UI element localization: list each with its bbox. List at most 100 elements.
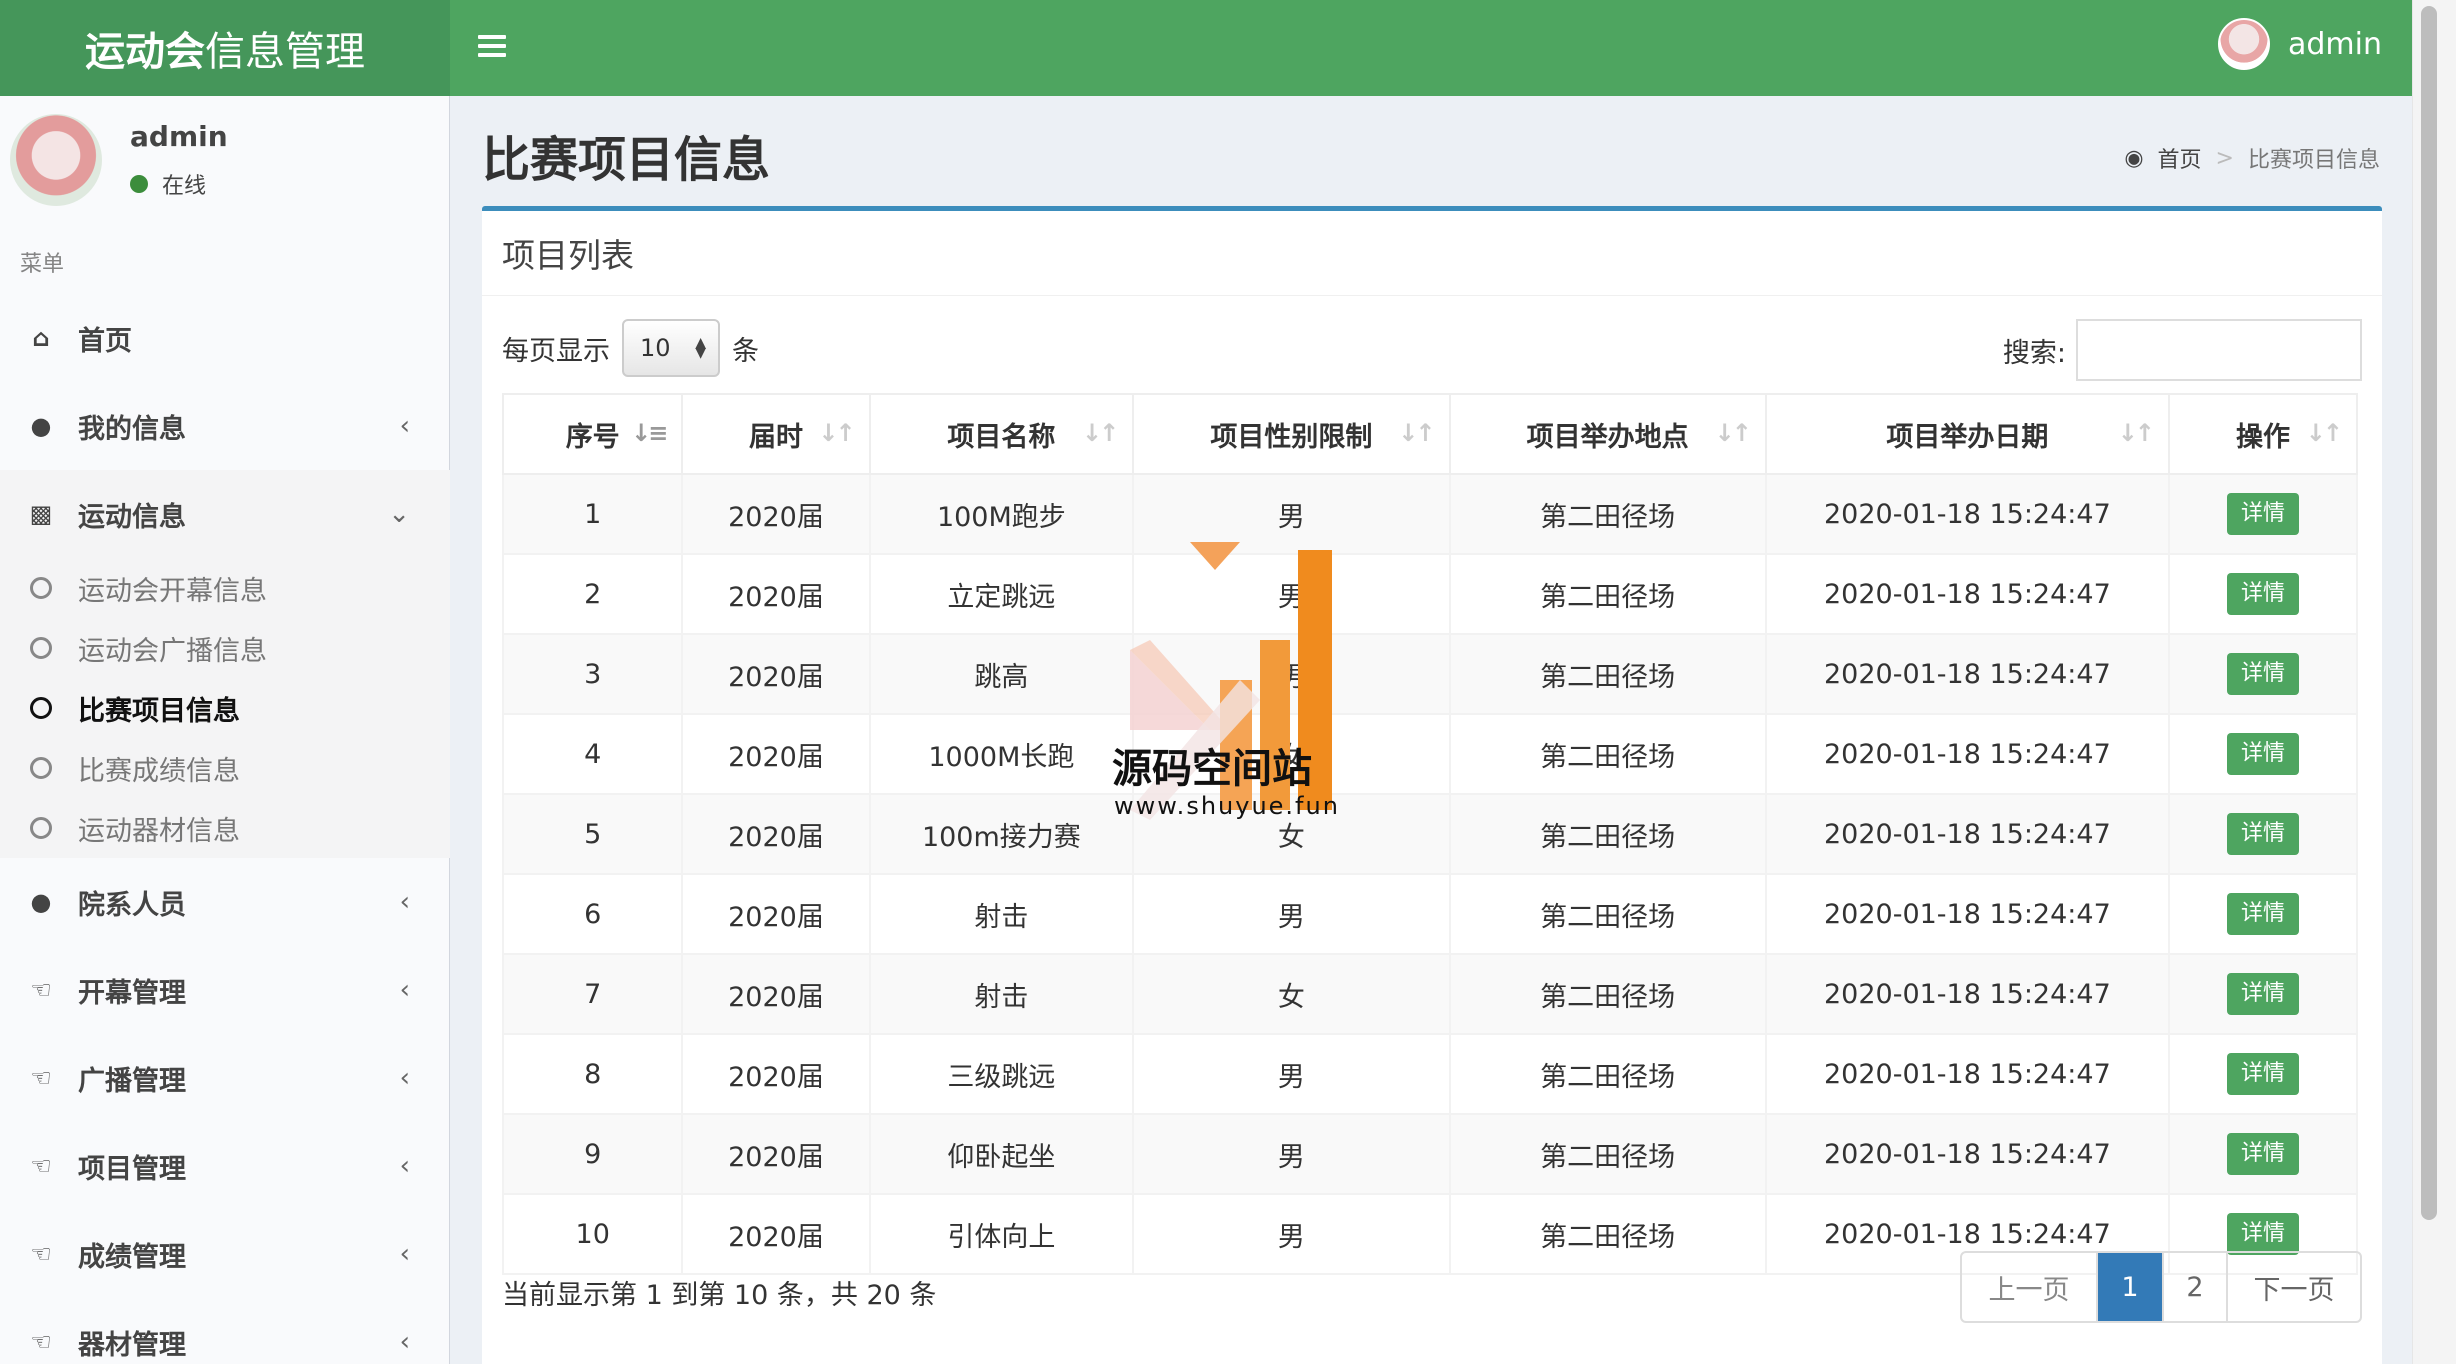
- circle-icon: [30, 577, 52, 599]
- users-icon: ●: [30, 888, 52, 916]
- sidebar-menu: ⌂ 首页 ● 我的信息 ‹ ▩ 运动信息 ⌄ 运动会开幕信息 运动会广播信息 比…: [0, 294, 450, 1364]
- table-cell: 第二田径场: [1448, 713, 1767, 795]
- table-cell: 射击: [868, 873, 1135, 955]
- table-cell: 2020-01-18 15:24:47: [1764, 1033, 2170, 1115]
- table-cell: 第二田径场: [1448, 553, 1767, 635]
- page-length-value: 10: [640, 334, 671, 362]
- table-cell: 详情: [2167, 953, 2359, 1035]
- column-header[interactable]: 项目举办地点 ↓↑: [1448, 393, 1767, 475]
- page-2-button[interactable]: 2: [2162, 1253, 2226, 1321]
- sidebar-item-my-info[interactable]: ● 我的信息 ‹: [0, 382, 450, 470]
- avatar: [10, 114, 102, 206]
- prev-page-button[interactable]: 上一页: [1962, 1253, 2096, 1321]
- detail-button[interactable]: 详情: [2226, 733, 2299, 775]
- sort-icon: ↓↑: [1081, 419, 1119, 447]
- table-row: 8 2020届 三级跳远男第二田径场 2020-01-18 15:24:47 详情: [501, 1033, 2359, 1115]
- submenu-item-broadcast[interactable]: 运动会广播信息: [0, 618, 450, 678]
- table-row: 4 2020届 1000M长跑女第二田径场 2020-01-18 15:24:47 详情: [501, 713, 2359, 795]
- table-cell: 2020届: [681, 633, 871, 715]
- chevron-left-icon: ‹: [399, 411, 410, 441]
- top-header: 运动会 信息管理 admin: [0, 0, 2412, 96]
- submenu-item-results[interactable]: 比赛成绩信息: [0, 738, 450, 798]
- submenu-item-equipment[interactable]: 运动器材信息: [0, 798, 450, 858]
- sidebar-item-label: 首页: [78, 325, 132, 357]
- events-table: 序号 ↓≡ 届时 ↓↑ 项目名称 ↓↑ 项目性别限制 ↓↑ 项目举办地点 ↓↑ 项目举办日…: [501, 393, 2359, 1275]
- user-menu[interactable]: admin: [2218, 18, 2382, 70]
- sidebar-item-label: 我的信息: [78, 413, 186, 445]
- table-cell: 2020-01-18 15:24:47: [1764, 873, 2170, 955]
- search-input[interactable]: [2076, 319, 2362, 381]
- sort-icon: ↓↑: [1714, 419, 1752, 447]
- sidebar-item-staff[interactable]: ● 院系人员 ‹: [0, 858, 450, 946]
- sidebar-item-result-mgmt[interactable]: ☜ 成绩管理 ‹: [0, 1210, 450, 1298]
- detail-button[interactable]: 详情: [2226, 813, 2299, 855]
- column-header[interactable]: 项目举办日期 ↓↑: [1764, 393, 2170, 475]
- detail-button[interactable]: 详情: [2226, 573, 2299, 615]
- submenu-label: 运动器材信息: [78, 815, 240, 847]
- column-header[interactable]: 操作 ↓↑: [2167, 393, 2359, 475]
- table-row: 3 2020届 跳高男第二田径场 2020-01-18 15:24:47 详情: [501, 633, 2359, 715]
- submenu-item-opening[interactable]: 运动会开幕信息: [0, 558, 450, 618]
- pagination: 上一页 1 2 下一页: [1960, 1251, 2362, 1323]
- table-row: 2 2020届 立定跳远男第二田径场 2020-01-18 15:24:47 详情: [501, 553, 2359, 635]
- table-cell: 7: [501, 953, 684, 1035]
- sort-icon: ↓↑: [818, 419, 855, 447]
- sidebar-item-broadcast-mgmt[interactable]: ☜ 广播管理 ‹: [0, 1034, 450, 1122]
- table-cell: 2020届: [681, 1033, 871, 1115]
- page-1-button[interactable]: 1: [2096, 1253, 2162, 1321]
- detail-button[interactable]: 详情: [2226, 1213, 2299, 1255]
- table-row: 5 2020届 100m接力赛女第二田径场 2020-01-18 15:24:47 详情: [501, 793, 2359, 875]
- table-row: 1 2020届 100M跑步男第二田径场 2020-01-18 15:24:47 详情: [501, 473, 2359, 555]
- table-cell: 2020届: [681, 473, 871, 555]
- detail-button[interactable]: 详情: [2226, 973, 2299, 1015]
- sidebar-item-opening-mgmt[interactable]: ☜ 开幕管理 ‹: [0, 946, 450, 1034]
- page-length-select[interactable]: 10 ▲ ▼: [622, 319, 720, 377]
- detail-button[interactable]: 详情: [2226, 1133, 2299, 1175]
- sidebar-item-equipment-mgmt[interactable]: ☜ 器材管理 ‹: [0, 1298, 450, 1364]
- column-header[interactable]: 项目名称 ↓↑: [868, 393, 1135, 475]
- table-row: 6 2020届 射击男第二田径场 2020-01-18 15:24:47 详情: [501, 873, 2359, 955]
- search-control: 搜索:: [2003, 319, 2362, 381]
- status-dot-icon: [130, 175, 148, 193]
- sidebar-item-home[interactable]: ⌂ 首页: [0, 294, 450, 382]
- sort-asc-icon: ↓≡: [631, 419, 668, 447]
- detail-button[interactable]: 详情: [2226, 653, 2299, 695]
- column-header[interactable]: 序号 ↓≡: [501, 393, 684, 475]
- box-title: 项目列表: [502, 236, 634, 275]
- table-cell: 2020届: [681, 953, 871, 1035]
- column-header[interactable]: 项目性别限制 ↓↑: [1132, 393, 1451, 475]
- sidebar-toggle-button[interactable]: [478, 30, 506, 66]
- app-logo[interactable]: 运动会 信息管理: [0, 0, 450, 96]
- circle-icon: [30, 757, 52, 779]
- table-cell: 2020-01-18 15:24:47: [1764, 553, 2170, 635]
- next-page-button[interactable]: 下一页: [2226, 1253, 2360, 1321]
- table-cell: 2020-01-18 15:24:47: [1764, 793, 2170, 875]
- table-cell: 1000M长跑: [868, 713, 1135, 795]
- table-cell: 2020-01-18 15:24:47: [1764, 953, 2170, 1035]
- detail-button[interactable]: 详情: [2226, 893, 2299, 935]
- sidebar-item-event-mgmt[interactable]: ☜ 项目管理 ‹: [0, 1122, 450, 1210]
- search-label: 搜索:: [2002, 337, 2066, 369]
- home-icon: ⌂: [32, 324, 50, 352]
- scrollbar-thumb[interactable]: [2421, 6, 2437, 1220]
- user-icon: ●: [30, 412, 52, 440]
- detail-button[interactable]: 详情: [2226, 493, 2299, 535]
- circle-icon: [30, 817, 52, 839]
- chevron-left-icon: ‹: [399, 975, 410, 1005]
- table-cell: 男: [1132, 1113, 1451, 1195]
- page-title: 比赛项目信息: [482, 132, 771, 188]
- thumbs-up-icon: ☜: [30, 1152, 52, 1180]
- sidebar-item-sports-info[interactable]: ▩ 运动信息 ⌄: [0, 470, 450, 558]
- detail-button[interactable]: 详情: [2226, 1053, 2299, 1095]
- breadcrumb-home[interactable]: 首页: [2158, 142, 2202, 174]
- table-cell: 2020届: [681, 713, 871, 795]
- online-status: 在线: [130, 168, 206, 200]
- watermark-url: www.shuyue.fun: [1114, 792, 1340, 820]
- table-cell: 2020-01-18 15:24:47: [1764, 473, 2170, 555]
- table-header-row: 序号 ↓≡ 届时 ↓↑ 项目名称 ↓↑ 项目性别限制 ↓↑ 项目举办地点 ↓↑ 项目举办日…: [501, 393, 2359, 475]
- table-cell: 详情: [2167, 633, 2359, 715]
- column-header[interactable]: 届时 ↓↑: [681, 393, 871, 475]
- page-scrollbar[interactable]: [2412, 0, 2456, 1364]
- table-cell: 2020-01-18 15:24:47: [1764, 633, 2170, 715]
- submenu-item-events[interactable]: 比赛项目信息: [0, 678, 450, 738]
